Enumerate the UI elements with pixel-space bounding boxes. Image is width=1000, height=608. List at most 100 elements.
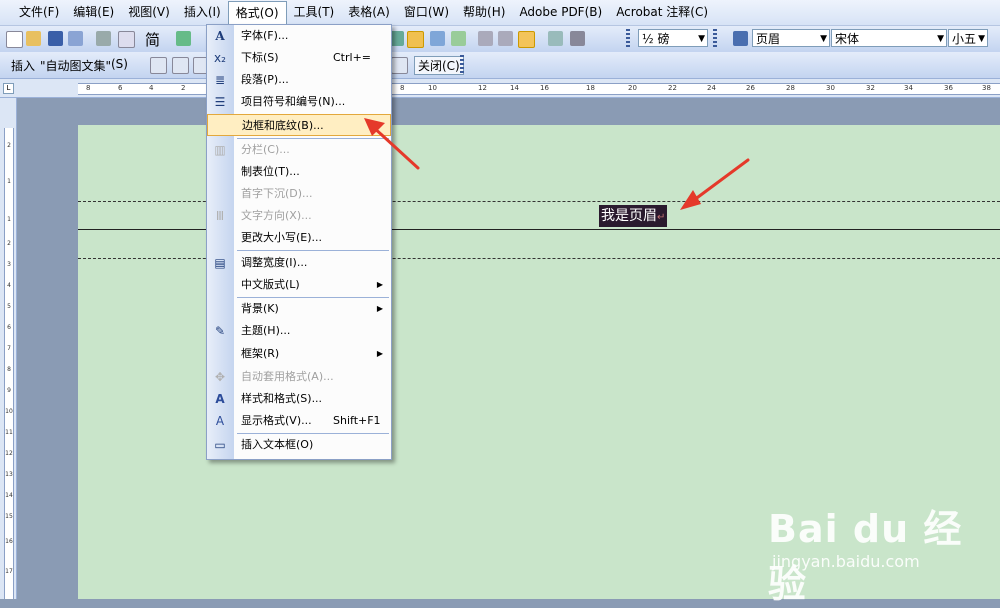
toolbar-grip-3[interactable] (460, 55, 464, 75)
print-preview-icon[interactable] (118, 31, 135, 48)
menu-item-bullets-numbering[interactable]: ☰ 项目符号和编号(N)... (207, 91, 391, 113)
columns-icon: ▥ (214, 143, 226, 157)
header-footer-icon[interactable] (407, 31, 424, 48)
menu-item-label: 段落(P)... (241, 73, 289, 86)
menu-item-columns[interactable]: ▥ 分栏(C)... (207, 139, 391, 161)
print-icon[interactable] (96, 31, 111, 46)
ruler-tick: 2 (7, 142, 11, 149)
toolbar-grip[interactable] (626, 29, 630, 49)
style-select[interactable]: 页眉 ▼ (752, 29, 830, 47)
reveal-formatting-icon: A (215, 414, 225, 428)
drawing-toolbar-icon[interactable] (498, 31, 513, 46)
autotext-button[interactable]: "自动图文集" (40, 57, 111, 74)
show-hide-icon[interactable] (570, 31, 585, 46)
menu-item-drop-cap[interactable]: 首字下沉(D)... (207, 183, 391, 205)
menu-help[interactable]: 帮助(H) (456, 2, 512, 23)
menu-item-reveal-formatting[interactable]: A 显示格式(V)... Shift+F1 (207, 410, 391, 432)
open-folder-icon[interactable] (26, 31, 41, 46)
header-text-selection[interactable]: 我是页眉↵ (599, 205, 668, 227)
new-document-icon[interactable] (6, 31, 23, 48)
menu-item-asian-layout[interactable]: 中文版式(L) ▶ (207, 274, 391, 296)
save-icon[interactable] (48, 31, 63, 46)
vertical-ruler[interactable]: 2 1 1 2 3 4 5 6 7 8 9 10 11 12 13 14 15 … (0, 98, 17, 599)
font-size-select[interactable]: 小五 ▼ (948, 29, 988, 47)
ruler-tick: 30 (826, 84, 835, 92)
menu-item-label: 插入文本框(O) (241, 438, 314, 451)
autotext-menu-button[interactable]: (S) (111, 57, 128, 71)
menu-item-insert-textbox[interactable]: ▭ 插入文本框(O) (207, 434, 391, 456)
menu-table[interactable]: 表格(A) (341, 2, 397, 23)
ruler-tick: 16 (540, 84, 549, 92)
styles-formatting-icon: A (215, 392, 225, 406)
ruler-tick: 2 (181, 84, 186, 92)
menu-item-label: 下标(S) (241, 51, 279, 64)
text-direction-icon: Ⅲ (215, 209, 225, 223)
ruler-tick: 11 (5, 429, 13, 436)
menu-window[interactable]: 窗口(W) (397, 2, 456, 23)
chevron-down-icon: ▼ (978, 34, 985, 44)
chevron-down-icon: ▼ (937, 34, 944, 44)
ruler-tick: 10 (5, 408, 13, 415)
close-header-footer-button[interactable]: 关闭(C) (414, 56, 464, 75)
menu-tools[interactable]: 工具(T) (287, 2, 342, 23)
columns-icon[interactable] (478, 31, 493, 46)
menu-item-frames[interactable]: 框架(R) ▶ (207, 343, 391, 365)
document-map-icon[interactable] (518, 31, 535, 48)
menu-file[interactable]: 文件(F) (12, 2, 66, 23)
tab-stop-selector[interactable]: L (3, 83, 14, 94)
ruler-tick: 38 (982, 84, 991, 92)
ruler-tick: 12 (478, 84, 487, 92)
menu-insert[interactable]: 插入(I) (177, 2, 228, 23)
standard-toolbar: 简 ½ 磅 ▼ 页眉 ▼ 宋体 ▼ 小五 ▼ (0, 26, 1000, 53)
horizontal-ruler[interactable]: L 8 6 4 2 2 4 8 10 12 14 16 18 20 22 24 … (0, 79, 1000, 98)
line-weight-value: ½ 磅 (642, 32, 670, 46)
menu-adobe-pdf[interactable]: Adobe PDF(B) (512, 2, 609, 23)
ruler-tick: 4 (7, 282, 11, 289)
menu-item-background[interactable]: 背景(K) ▶ (207, 298, 391, 320)
menu-item-tabs[interactable]: 制表位(T)... (207, 161, 391, 183)
simplified-chinese-button[interactable]: 简 (145, 29, 160, 50)
ruler-tick: 8 (86, 84, 91, 92)
menu-acrobat-comments[interactable]: Acrobat 注释(C) (609, 2, 715, 23)
styles-pane-icon[interactable] (733, 31, 748, 46)
toolbar-grip-2[interactable] (713, 29, 717, 49)
excel-table-icon[interactable] (451, 31, 466, 46)
ruler-tick: 20 (628, 84, 637, 92)
page-number-icon[interactable] (150, 57, 167, 74)
spelling-icon[interactable] (176, 31, 191, 46)
menu-item-autoformat[interactable]: ✥ 自动套用格式(A)... (207, 366, 391, 388)
read-icon[interactable] (548, 31, 563, 46)
menu-view[interactable]: 视图(V) (121, 2, 177, 23)
menu-item-shortcut: Shift+F1 (333, 414, 381, 427)
menu-item-borders-shading[interactable]: 边框和底纹(B)... (207, 114, 391, 136)
menu-item-subscript[interactable]: x₂ 下标(S) Ctrl+= (207, 47, 391, 69)
menu-item-label: 字体(F)... (241, 29, 289, 42)
menu-separator (237, 250, 389, 251)
ruler-tick: 4 (149, 84, 154, 92)
menu-item-font[interactable]: A 字体(F)... (207, 25, 391, 47)
page-count-icon[interactable] (172, 57, 189, 74)
theme-icon: ✎ (214, 324, 226, 338)
ruler-tick: 28 (786, 84, 795, 92)
menu-item-styles-formatting[interactable]: A 样式和格式(S)... (207, 388, 391, 410)
menu-item-label: 调整宽度(I)... (241, 256, 308, 269)
ruler-tick: 22 (668, 84, 677, 92)
permission-icon[interactable] (68, 31, 83, 46)
subscript-icon: x₂ (214, 51, 226, 65)
menu-edit[interactable]: 编辑(E) (66, 2, 121, 23)
menu-item-text-direction[interactable]: Ⅲ 文字方向(X)... (207, 205, 391, 227)
menu-item-theme[interactable]: ✎ 主题(H)... (207, 320, 391, 342)
menu-item-change-case[interactable]: 更改大小写(E)... (207, 227, 391, 249)
font-select[interactable]: 宋体 ▼ (831, 29, 947, 47)
switch-header-footer-icon[interactable] (391, 57, 408, 74)
submenu-arrow-icon: ▶ (376, 280, 383, 289)
ruler-tick: 13 (5, 471, 13, 478)
line-weight-select[interactable]: ½ 磅 ▼ (638, 29, 708, 47)
menu-item-fit-width[interactable]: ▤ 调整宽度(I)... (207, 252, 391, 274)
menu-item-paragraph[interactable]: ≣ 段落(P)... (207, 69, 391, 91)
header-footer-toolbar: 插入 "自动图文集" (S) 关闭(C) (0, 52, 1000, 79)
menu-item-label: 边框和底纹(B)... (242, 119, 324, 132)
table-icon[interactable] (430, 31, 445, 46)
menu-item-label: 分栏(C)... (241, 143, 290, 156)
menu-format[interactable]: 格式(O) (227, 1, 287, 24)
